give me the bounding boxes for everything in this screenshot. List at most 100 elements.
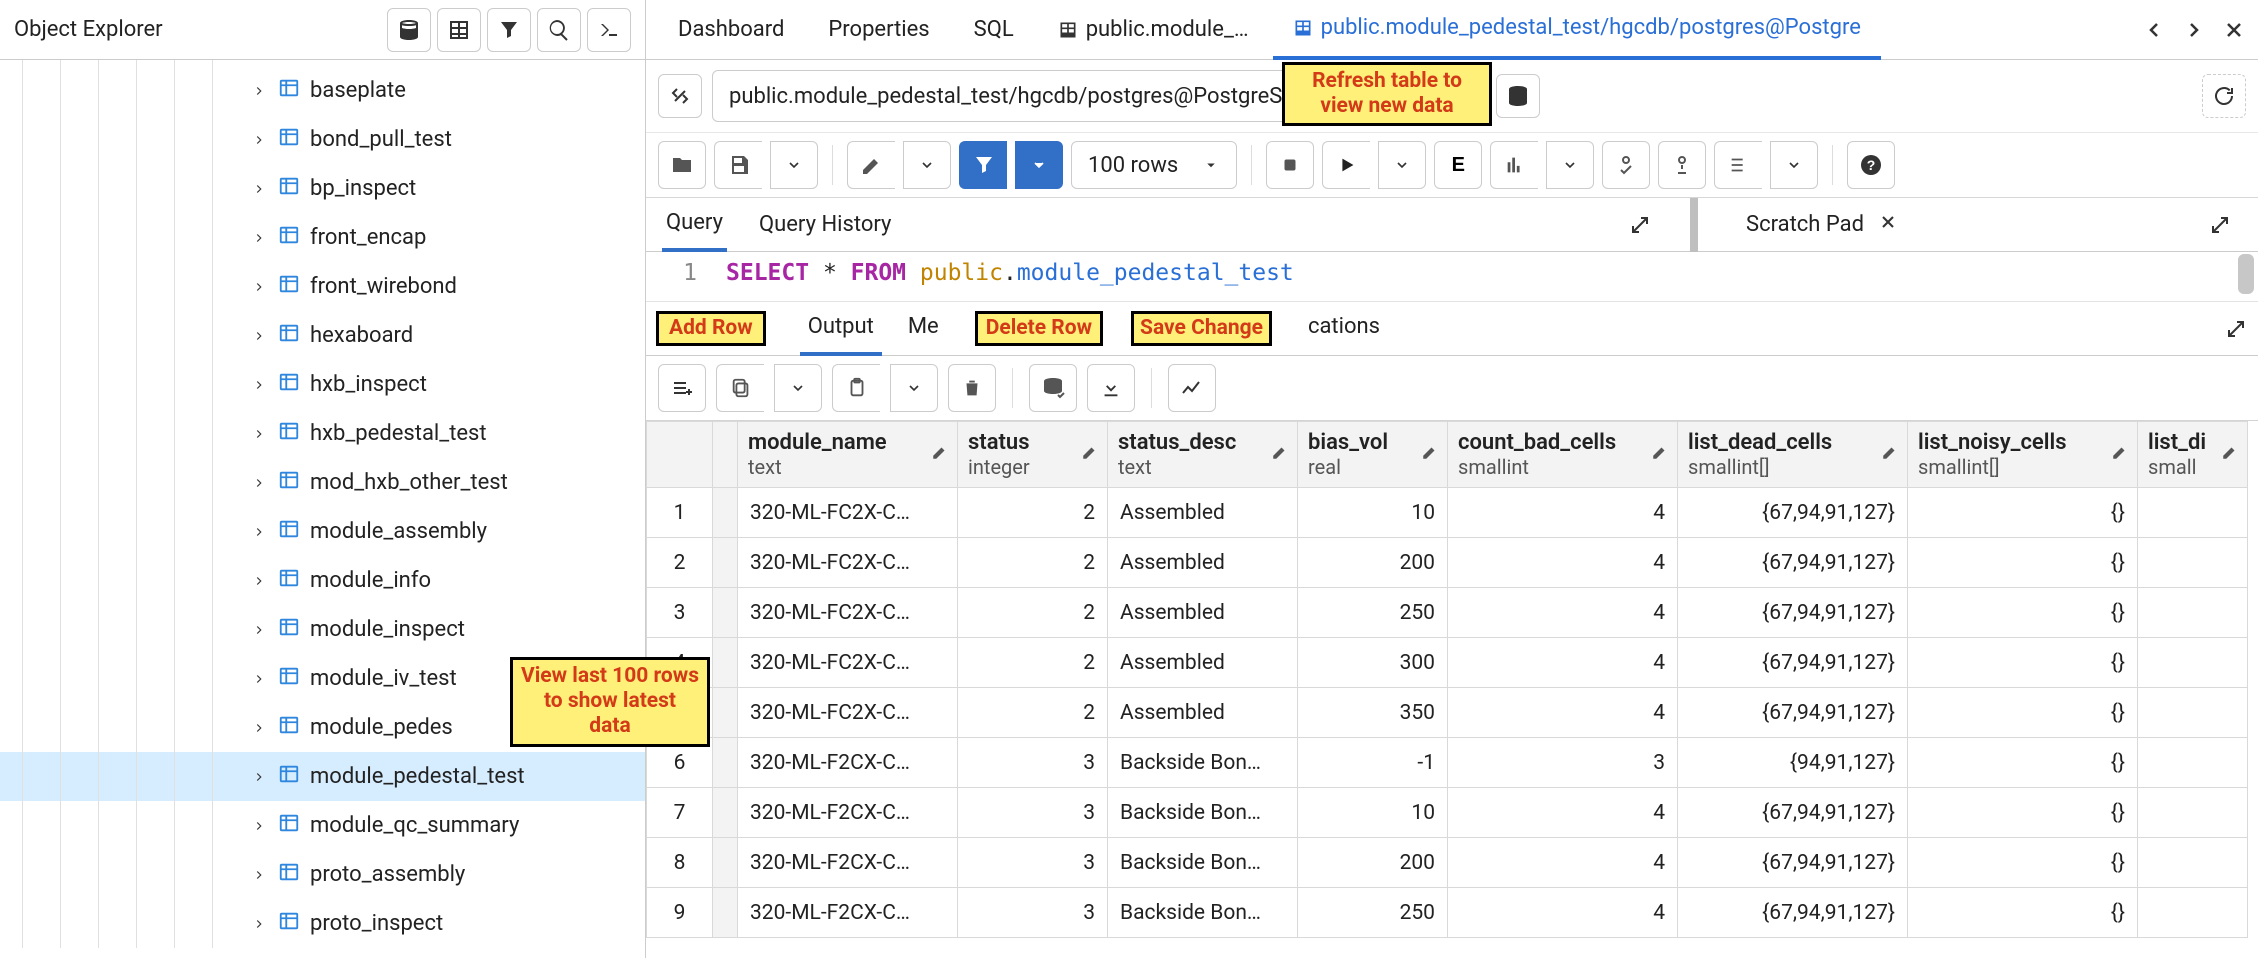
- col-module_name[interactable]: module_nametext: [738, 422, 958, 488]
- copy-dropdown[interactable]: [774, 364, 822, 412]
- chevron-right-icon[interactable]: [250, 180, 268, 198]
- row-handle[interactable]: [713, 688, 738, 738]
- chevron-right-icon[interactable]: [250, 278, 268, 296]
- tree-item-front-encap[interactable]: front_encap: [0, 213, 645, 262]
- row-handle[interactable]: [713, 838, 738, 888]
- chevron-right-icon[interactable]: [250, 572, 268, 590]
- table-row[interactable]: 5320-ML-FC2X-C…2Assembled3504{67,94,91,1…: [647, 688, 2248, 738]
- cell-bias-vol[interactable]: 350: [1298, 688, 1448, 738]
- table-row[interactable]: 8320-ML-F2CX-C…3Backside Bon…2004{67,94,…: [647, 838, 2248, 888]
- tree-item-baseplate[interactable]: baseplate: [0, 66, 645, 115]
- row-number[interactable]: 8: [647, 838, 713, 888]
- table-icon-button[interactable]: [437, 8, 481, 52]
- cell-list-di[interactable]: [2138, 688, 2248, 738]
- cell-module-name[interactable]: 320-ML-F2CX-C…: [738, 788, 958, 838]
- macros-dropdown[interactable]: [1770, 141, 1818, 189]
- filter-dropdown[interactable]: [1015, 141, 1063, 189]
- row-handle[interactable]: [713, 588, 738, 638]
- col-count_bad_cells[interactable]: count_bad_cellssmallint: [1448, 422, 1678, 488]
- terminal-icon-button[interactable]: [587, 8, 631, 52]
- tab-notifications[interactable]: cations: [1300, 302, 1388, 356]
- cell-bias-vol[interactable]: -1: [1298, 738, 1448, 788]
- help-icon-button[interactable]: ?: [1847, 141, 1895, 189]
- open-file-button[interactable]: [658, 141, 706, 189]
- cell-list-di[interactable]: [2138, 588, 2248, 638]
- cell-status-desc[interactable]: Backside Bon…: [1108, 738, 1298, 788]
- cell-module-name[interactable]: 320-ML-F2CX-C…: [738, 838, 958, 888]
- cell-list-dead-cells[interactable]: {67,94,91,127}: [1678, 838, 1908, 888]
- tabs-close-icon[interactable]: [2216, 8, 2252, 52]
- tree-item-proto-inspect[interactable]: proto_inspect: [0, 899, 645, 948]
- server-icon-button[interactable]: [1496, 74, 1540, 118]
- cell-module-name[interactable]: 320-ML-FC2X-C…: [738, 688, 958, 738]
- cell-status-desc[interactable]: Assembled: [1108, 688, 1298, 738]
- cell-list-dead-cells[interactable]: {67,94,91,127}: [1678, 538, 1908, 588]
- chevron-right-icon[interactable]: [250, 768, 268, 786]
- chevron-right-icon[interactable]: [250, 327, 268, 345]
- tree-item-module-inspect[interactable]: module_inspect: [0, 605, 645, 654]
- cell-status[interactable]: 3: [958, 888, 1108, 938]
- tree-item-bond-pull-test[interactable]: bond_pull_test: [0, 115, 645, 164]
- tree-item-module-info[interactable]: module_info: [0, 556, 645, 605]
- cell-bias-vol[interactable]: 200: [1298, 838, 1448, 888]
- explain-button[interactable]: E: [1434, 141, 1482, 189]
- tab-messages[interactable]: Me: [900, 302, 947, 356]
- table-row[interactable]: 2320-ML-FC2X-C…2Assembled2004{67,94,91,1…: [647, 538, 2248, 588]
- cell-bias-vol[interactable]: 200: [1298, 538, 1448, 588]
- cell-list-dead-cells[interactable]: {67,94,91,127}: [1678, 788, 1908, 838]
- row-number[interactable]: 9: [647, 888, 713, 938]
- execute-button[interactable]: [1322, 141, 1370, 189]
- cell-list-noisy-cells[interactable]: {}: [1908, 588, 2138, 638]
- col-status_desc[interactable]: status_desctext: [1108, 422, 1298, 488]
- paste-button[interactable]: [832, 364, 880, 412]
- pencil-icon[interactable]: [1881, 443, 1899, 467]
- cell-status-desc[interactable]: Assembled: [1108, 588, 1298, 638]
- row-number[interactable]: 1: [647, 488, 713, 538]
- paste-dropdown[interactable]: [890, 364, 938, 412]
- cell-list-dead-cells[interactable]: {67,94,91,127}: [1678, 888, 1908, 938]
- cell-list-di[interactable]: [2138, 888, 2248, 938]
- save-file-button[interactable]: [714, 141, 762, 189]
- tree-item-hxb-inspect[interactable]: hxb_inspect: [0, 360, 645, 409]
- copy-button[interactable]: [716, 364, 764, 412]
- commit-button[interactable]: [1602, 141, 1650, 189]
- chevron-right-icon[interactable]: [250, 82, 268, 100]
- connection-icon-button[interactable]: [658, 74, 702, 118]
- cell-list-dead-cells[interactable]: {67,94,91,127}: [1678, 588, 1908, 638]
- tree-item-hexaboard[interactable]: hexaboard: [0, 311, 645, 360]
- cell-status-desc[interactable]: Backside Bon…: [1108, 838, 1298, 888]
- expand-output-icon[interactable]: [2214, 307, 2258, 351]
- rows-limit-select[interactable]: 100 rows: [1071, 141, 1237, 189]
- cell-status[interactable]: 3: [958, 838, 1108, 888]
- pencil-icon[interactable]: [1651, 443, 1669, 467]
- editor-scrollbar[interactable]: [2238, 254, 2254, 294]
- pencil-icon[interactable]: [931, 443, 949, 467]
- cell-module-name[interactable]: 320-ML-FC2X-C…: [738, 638, 958, 688]
- cell-count-bad-cells[interactable]: 4: [1448, 538, 1678, 588]
- cell-list-dead-cells[interactable]: {94,91,127}: [1678, 738, 1908, 788]
- row-handle[interactable]: [713, 638, 738, 688]
- pane-splitter[interactable]: [1690, 198, 1698, 252]
- tree-item-bp-inspect[interactable]: bp_inspect: [0, 164, 645, 213]
- cell-module-name[interactable]: 320-ML-F2CX-C…: [738, 738, 958, 788]
- cell-status-desc[interactable]: Assembled: [1108, 488, 1298, 538]
- tree-item-hxb-pedestal-test[interactable]: hxb_pedestal_test: [0, 409, 645, 458]
- chevron-right-icon[interactable]: [250, 523, 268, 541]
- pencil-icon[interactable]: [2111, 443, 2129, 467]
- cell-list-di[interactable]: [2138, 838, 2248, 888]
- pencil-icon[interactable]: [1081, 443, 1099, 467]
- chevron-right-icon[interactable]: [250, 131, 268, 149]
- cell-list-dead-cells[interactable]: {67,94,91,127}: [1678, 488, 1908, 538]
- chevron-right-icon[interactable]: [250, 425, 268, 443]
- tab-query[interactable]: Query: [662, 198, 727, 252]
- row-handle[interactable]: [713, 788, 738, 838]
- chevron-right-icon[interactable]: [250, 229, 268, 247]
- cell-module-name[interactable]: 320-ML-FC2X-C…: [738, 588, 958, 638]
- tab-public-module-1[interactable]: public.module_…: [1038, 0, 1269, 60]
- delete-row-button[interactable]: [948, 364, 996, 412]
- cell-count-bad-cells[interactable]: 4: [1448, 638, 1678, 688]
- cell-status[interactable]: 2: [958, 588, 1108, 638]
- chevron-right-icon[interactable]: [250, 719, 268, 737]
- cell-status-desc[interactable]: Backside Bon…: [1108, 788, 1298, 838]
- tree-item-module-pedestal-test[interactable]: module_pedestal_test: [0, 752, 645, 801]
